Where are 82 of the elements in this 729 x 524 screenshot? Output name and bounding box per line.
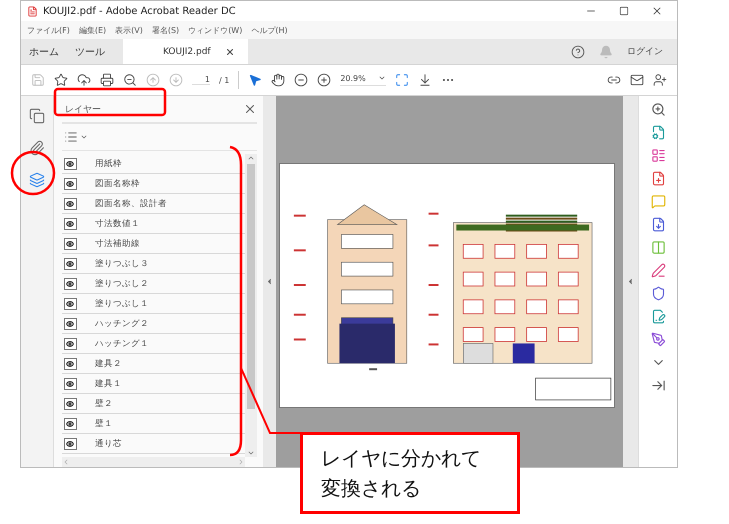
pointer-icon[interactable]	[248, 73, 262, 87]
visibility-toggle[interactable]	[64, 298, 77, 310]
file-signature-icon[interactable]	[650, 309, 666, 324]
menu-item[interactable]: ウィンドウ(W)	[188, 24, 242, 36]
visibility-toggle[interactable]	[64, 178, 77, 190]
scroll-down-icon[interactable]	[246, 449, 255, 457]
zoom-minus-icon[interactable]	[294, 73, 308, 87]
menu-item[interactable]: ヘルプ(H)	[251, 24, 288, 36]
callout-text: レイヤに分かれて 変換される	[321, 445, 482, 502]
visibility-toggle[interactable]	[64, 218, 77, 230]
layer-name[interactable]: 通り芯	[94, 438, 122, 450]
scroll-up-icon[interactable]	[246, 154, 255, 162]
pen-tool-icon[interactable]	[650, 332, 666, 347]
tab[interactable]: ツール	[67, 39, 113, 64]
layer-name[interactable]: 用紙枠	[94, 158, 122, 170]
layer-name[interactable]: 図面名称、設計者	[94, 198, 167, 210]
menu-item[interactable]: 表示(V)	[115, 24, 143, 36]
add-user-icon[interactable]	[653, 73, 667, 87]
layout-icon[interactable]	[650, 148, 666, 163]
visibility-toggle[interactable]	[64, 438, 77, 450]
help-icon[interactable]	[571, 44, 585, 58]
menu-item[interactable]: ファイル(F)	[27, 24, 70, 36]
layer-name[interactable]: 塗りつぶし３	[94, 258, 149, 270]
panel-title: レイヤー	[64, 104, 101, 116]
scrollbar[interactable]	[244, 154, 257, 457]
visibility-toggle[interactable]	[64, 278, 77, 290]
visibility-toggle[interactable]	[64, 358, 77, 370]
visibility-toggle[interactable]	[64, 238, 77, 250]
visibility-toggle[interactable]	[64, 378, 77, 390]
zoom-plus-icon[interactable]	[317, 73, 332, 87]
layer-name[interactable]: 寸法数値１	[94, 218, 140, 230]
layer-name[interactable]: 図面名称枠	[94, 178, 140, 190]
highlight-circle	[10, 150, 56, 196]
pages-icon[interactable]	[28, 108, 45, 124]
mail-icon[interactable]	[630, 73, 644, 87]
caret-icon[interactable]	[80, 133, 88, 141]
visibility-toggle[interactable]	[64, 258, 77, 270]
print-icon[interactable]	[100, 73, 114, 87]
tab[interactable]: ホーム	[21, 39, 67, 64]
layer-name[interactable]: 寸法補助線	[94, 238, 140, 250]
visibility-toggle[interactable]	[64, 418, 77, 430]
layer-name[interactable]: 建具２	[94, 358, 122, 370]
maximize-icon[interactable]	[619, 6, 629, 16]
window-title: KOUJI2.pdf - Adobe Acrobat Reader DC	[43, 6, 237, 16]
layers-icon[interactable]	[28, 172, 45, 188]
visibility-toggle[interactable]	[64, 338, 77, 350]
pen-icon[interactable]	[650, 263, 666, 278]
page-total: / 1	[219, 76, 230, 84]
visibility-toggle[interactable]	[64, 398, 77, 410]
fit-page-icon[interactable]	[395, 73, 410, 87]
paperclip-icon[interactable]	[28, 140, 45, 156]
cloud-upload-icon[interactable]	[77, 73, 91, 87]
layer-name[interactable]: 建具１	[94, 378, 122, 390]
shield-icon[interactable]	[650, 286, 666, 301]
close-tab-icon[interactable]	[224, 46, 235, 56]
layer-name[interactable]: ハッチング１	[94, 338, 149, 350]
collapse-tools-icon[interactable]	[650, 378, 666, 393]
caret-icon[interactable]	[378, 74, 386, 82]
page-number-field[interactable]: 1	[192, 75, 210, 85]
zoom-out-icon[interactable]	[123, 73, 137, 87]
zoom-dropdown[interactable]: 20.9%	[340, 74, 386, 86]
zoom-icon[interactable]	[650, 102, 666, 117]
login-button[interactable]: ログイン	[627, 45, 663, 58]
file-add-icon[interactable]	[650, 171, 666, 186]
star-icon[interactable]	[54, 73, 68, 87]
tab[interactable]: KOUJI2.pdf	[123, 39, 248, 64]
hand-icon[interactable]	[271, 73, 286, 87]
layer-name[interactable]: 壁１	[94, 418, 113, 430]
layer-name[interactable]: ハッチング２	[94, 318, 149, 330]
layer-name[interactable]: 壁２	[94, 398, 113, 410]
layer-name[interactable]: 塗りつぶし１	[94, 298, 149, 310]
file-export-icon[interactable]	[650, 217, 666, 232]
menu-item[interactable]: 署名(S)	[152, 24, 180, 36]
file-settings-icon[interactable]	[650, 125, 666, 140]
close-icon[interactable]	[651, 5, 663, 17]
scroll-mode-icon[interactable]	[418, 73, 432, 87]
menu-item[interactable]: 編集(E)	[78, 24, 106, 36]
visibility-toggle[interactable]	[64, 198, 77, 210]
visibility-toggle[interactable]	[64, 158, 77, 170]
pdf-file-icon	[27, 6, 38, 16]
visibility-toggle[interactable]	[64, 318, 77, 330]
layer-name[interactable]: 塗りつぶし２	[94, 278, 149, 290]
